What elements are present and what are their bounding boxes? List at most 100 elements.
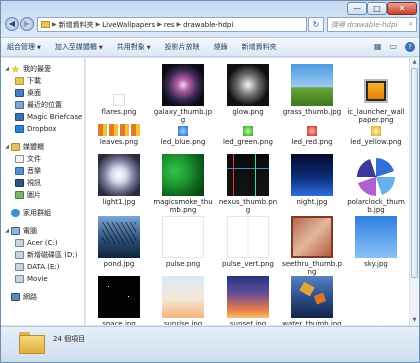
address-bar[interactable]: ▶ 新增資料夾 ▶ LiveWallpapers ▶ res ▶ drawabl… <box>37 17 307 32</box>
file-thumbnail <box>162 154 204 196</box>
nav-label: Movie <box>27 275 48 283</box>
file-name: grass_thumb.jpg <box>282 108 342 116</box>
file-name: pond.jpg <box>103 260 135 268</box>
nav-item-documents[interactable]: 文件 <box>15 154 41 164</box>
file-item[interactable]: space.jpg <box>89 276 149 325</box>
dropdown-arrow-icon: ▼ <box>98 45 103 51</box>
search-input[interactable]: 搜尋 drawable-hdpi ⌕ <box>327 17 417 32</box>
nav-homegroup[interactable]: 家用群組 <box>11 208 51 218</box>
file-name: leaves.png <box>99 138 139 146</box>
nav-item-movie[interactable]: Movie <box>15 274 48 284</box>
nav-label: 圖片 <box>27 191 41 199</box>
nav-label: 文件 <box>27 155 41 163</box>
details-pane: 24 個項目 <box>1 326 419 362</box>
toolbar-organize-label: 組合管理 <box>7 43 35 51</box>
collapse-arrow-icon[interactable]: ◢ <box>3 144 11 150</box>
help-icon[interactable]: ? <box>405 42 415 52</box>
dropdown-arrow-icon: ▼ <box>146 45 151 51</box>
nav-item-magic-briefcase[interactable]: Magic Briefcase <box>15 112 82 122</box>
file-thumbnail <box>355 216 397 258</box>
file-list: flares.png galaxy_thumb.jpg glow.png grass_… <box>86 58 409 325</box>
file-name: led_red.png <box>291 138 333 146</box>
scrollbar-thumb[interactable] <box>411 68 418 278</box>
file-thumbnail <box>291 216 333 258</box>
file-thumbnail <box>291 64 333 106</box>
nav-item-drive-e[interactable]: DATA (E:) <box>15 262 60 272</box>
file-item[interactable]: sky.jpg <box>346 216 406 286</box>
nav-item-downloads[interactable]: 下載 <box>15 76 41 86</box>
file-thumbnail <box>227 154 269 196</box>
nav-item-desktop[interactable]: 桌面 <box>15 88 41 98</box>
nav-label: DATA (E:) <box>27 263 60 271</box>
file-item[interactable]: magicsmoke_thumb.png <box>153 154 213 224</box>
computer-icon <box>11 227 20 235</box>
collapse-arrow-icon[interactable]: ◢ <box>3 228 11 234</box>
explorer-window: — □ ✕ ◀ ▶ ▶ 新增資料夾 ▶ LiveWallpapers ▶ res… <box>0 0 420 363</box>
nav-item-pictures[interactable]: 圖片 <box>15 190 41 200</box>
breadcrumb-item[interactable]: LiveWallpapers <box>100 21 157 29</box>
nav-libraries[interactable]: ◢ 媒體櫃 <box>3 142 44 152</box>
forward-button[interactable]: ▶ <box>20 17 34 31</box>
maximize-button[interactable]: □ <box>367 2 387 15</box>
file-item[interactable]: sunrise.jpg <box>153 276 213 325</box>
file-name: night.jpg <box>296 198 328 206</box>
file-name: polarclock_thumb.jpg <box>347 198 405 214</box>
file-item[interactable]: nexus_thumb.png <box>218 154 278 224</box>
nav-label: 家用群組 <box>23 209 51 217</box>
file-thumbnail <box>178 126 188 136</box>
nav-computer[interactable]: ◢ 電腦 <box>3 226 37 236</box>
scroll-down-arrow-icon[interactable]: ▼ <box>410 316 419 325</box>
nav-label: 媒體櫃 <box>23 143 44 151</box>
nav-item-music[interactable]: 音樂 <box>15 166 41 176</box>
nav-network[interactable]: 網路 <box>11 292 37 302</box>
file-item[interactable]: sunset.jpg <box>218 276 278 325</box>
toolbar-include-library[interactable]: 加入至媒體櫃 ▼ <box>55 42 103 52</box>
view-icon[interactable]: ▦ <box>374 42 382 52</box>
toolbar-new-folder[interactable]: 新增資料夾 <box>242 42 277 52</box>
toolbar-organize[interactable]: 組合管理 ▼ <box>7 42 41 52</box>
file-item[interactable]: polarclock_thumb.jpg <box>346 154 406 224</box>
breadcrumb-item[interactable]: 新增資料夾 <box>57 20 96 30</box>
toolbar-share-with[interactable]: 共用對象 ▼ <box>117 42 151 52</box>
breadcrumb-item[interactable]: res <box>162 21 177 29</box>
refresh-button[interactable]: ↻ <box>308 17 324 32</box>
file-item[interactable]: water_thumb.jpg <box>282 276 342 325</box>
nav-item-videos[interactable]: 視訊 <box>15 178 41 188</box>
file-name: led_yellow.png <box>350 138 402 146</box>
toolbar-burn[interactable]: 燒錄 <box>214 42 228 52</box>
file-name: pulse_vert.png <box>222 260 274 268</box>
toolbar-share-with-label: 共用對象 <box>116 43 145 51</box>
nav-item-recent[interactable]: 最近的位置 <box>15 100 62 110</box>
preview-pane-icon[interactable]: ▭ <box>389 42 397 52</box>
nav-favorites[interactable]: ◢ 我的最愛 <box>3 64 51 74</box>
toolbar-include-library-label: 加入至媒體櫃 <box>54 43 97 51</box>
search-icon[interactable]: ⌕ <box>409 19 413 29</box>
file-thumbnail <box>98 124 140 136</box>
file-name: flares.png <box>101 108 137 116</box>
toolbar-slideshow[interactable]: 投影片放映 <box>165 42 200 52</box>
file-thumbnail <box>162 64 204 106</box>
file-item[interactable]: night.jpg <box>282 154 342 224</box>
nav-label: Dropbox <box>27 125 57 133</box>
nav-label: 最近的位置 <box>27 101 62 109</box>
nav-label: 桌面 <box>27 89 41 97</box>
dropdown-arrow-icon: ▼ <box>37 45 41 51</box>
nav-item-drive-d[interactable]: 新增磁碟區 (D:) <box>15 250 77 260</box>
file-item[interactable]: light1.jpg <box>89 154 149 224</box>
back-button[interactable]: ◀ <box>5 17 19 31</box>
file-name: water_thumb.jpg <box>282 320 342 325</box>
nav-item-dropbox[interactable]: Dropbox <box>15 124 57 134</box>
file-thumbnail <box>291 276 333 318</box>
close-button[interactable]: ✕ <box>387 2 417 15</box>
video-icon <box>15 179 24 187</box>
file-thumbnail <box>98 154 140 196</box>
breadcrumb-item[interactable]: drawable-hdpi <box>181 21 235 29</box>
scroll-up-arrow-icon[interactable]: ▲ <box>410 58 419 67</box>
nav-item-drive-c[interactable]: Acer (C:) <box>15 238 58 248</box>
vertical-scrollbar[interactable]: ▲ ▼ <box>409 58 419 325</box>
file-thumbnail <box>162 216 204 258</box>
minimize-button[interactable]: — <box>347 2 367 15</box>
collapse-arrow-icon[interactable]: ◢ <box>3 66 11 72</box>
network-icon <box>11 293 20 301</box>
file-thumbnail <box>357 158 395 196</box>
